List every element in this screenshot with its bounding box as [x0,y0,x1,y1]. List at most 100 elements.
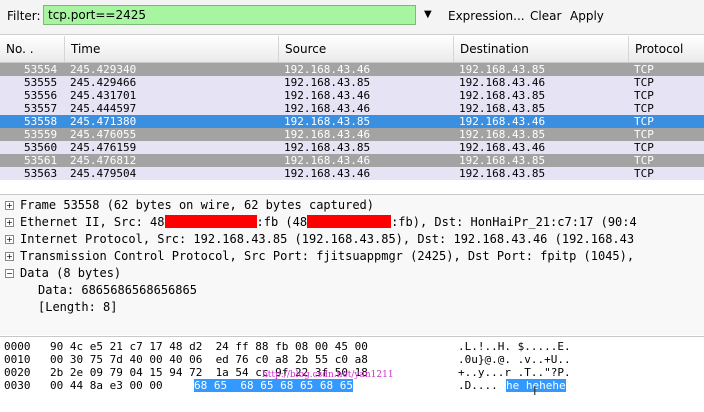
hex-ascii: .L.!..H. $.....E. [458,340,571,353]
collapse-icon[interactable]: − [5,269,14,278]
packet-row[interactable]: 53561 245.476812 192.168.43.46 192.168.43.8… [0,154,704,167]
clear-button[interactable]: Clear [530,9,561,23]
hex-offset: 0030 [4,379,31,392]
packet-cell-src: 192.168.43.85 [284,115,371,128]
packet-details-pane: + Frame 53558 (62 bytes on wire, 62 byte… [0,194,704,335]
packet-row[interactable]: 53556 245.431701 192.168.43.46 192.168.43.8… [0,89,704,102]
tree-frame-label: Frame 53558 (62 bytes on wire, 62 bytes … [20,198,375,212]
filter-input[interactable] [43,5,416,25]
packet-cell-proto: TCP [634,89,654,102]
packet-cell-src: 192.168.43.46 [284,63,371,76]
expand-icon[interactable]: + [5,235,14,244]
redacted-mac [164,215,257,228]
packet-row[interactable]: 53557 245.444597 192.168.43.46 192.168.43.8… [0,102,704,115]
packet-cell-no: 53560 [24,141,58,154]
redacted-mac [307,215,392,228]
apply-button[interactable]: Apply [570,9,604,23]
hex-offset: 0020 [4,366,31,379]
expand-icon[interactable]: + [5,218,14,227]
packet-cell-dst: 192.168.43.85 [459,128,546,141]
packet-cell-src: 192.168.43.46 [284,89,371,102]
column-header-protocol[interactable]: Protocol [629,36,704,62]
tree-ethernet[interactable]: + Ethernet II, Src: 48:fb (48:fb), Dst: … [0,214,704,231]
packet-list-header: No. . Time Source Destination Protocol [0,36,704,63]
packet-cell-src: 192.168.43.46 [284,128,371,141]
hex-ascii: +..y...r .T.."?P. [458,366,571,379]
packet-cell-dst: 192.168.43.46 [459,115,546,128]
tree-data[interactable]: − Data (8 bytes) [0,265,704,282]
packet-cell-dst: 192.168.43.85 [459,102,546,115]
expand-icon[interactable]: + [5,201,14,210]
packet-cell-proto: TCP [634,102,654,115]
packet-cell-dst: 192.168.43.85 [459,154,546,167]
filter-label: Filter: [7,9,41,23]
packet-cell-proto: TCP [634,63,654,76]
hex-bytes-plain: 00 44 8a e3 00 00 [50,379,170,392]
packet-rows: 53554 245.429340 192.168.43.46 192.168.43.8… [0,63,704,180]
packet-cell-dst: 192.168.43.85 [459,63,546,76]
packet-cell-no: 53561 [24,154,58,167]
tree-data-length[interactable]: [Length: 8] [38,299,117,316]
tree-tcp[interactable]: + Transmission Control Protocol, Src Por… [0,248,704,265]
hex-bytes: 90 4c e5 21 c7 17 48 d2 24 ff 88 fb 08 0… [50,340,368,353]
packet-list: No. . Time Source Destination Protocol 5… [0,36,704,192]
packet-row[interactable]: 53558 245.471380 192.168.43.85 192.168.43.4… [0,115,704,128]
hex-bytes: 00 30 75 7d 40 00 40 06 ed 76 c0 a8 2b 5… [50,353,368,366]
packet-cell-no: 53555 [24,76,58,89]
packet-cell-src: 192.168.43.85 [284,76,371,89]
packet-cell-no: 53563 [24,167,58,180]
packet-cell-time: 245.476812 [70,154,137,167]
column-header-no[interactable]: No. . [0,36,65,62]
tree-ip[interactable]: + Internet Protocol, Src: 192.168.43.85 … [0,231,704,248]
column-header-time[interactable]: Time [65,36,279,62]
packet-cell-proto: TCP [634,141,654,154]
packet-cell-src: 192.168.43.46 [284,154,371,167]
expression-button[interactable]: Expression... [448,9,525,23]
packet-cell-dst: 192.168.43.85 [459,89,546,102]
hex-ascii-plain: .D.... [458,379,498,392]
packet-cell-src: 192.168.43.46 [284,102,371,115]
packet-cell-proto: TCP [634,115,654,128]
packet-cell-src: 192.168.43.46 [284,167,371,180]
packet-cell-time: 245.429466 [70,76,137,89]
column-header-destination[interactable]: Destination [454,36,629,62]
text-cursor-icon: I [533,384,537,398]
filter-history-dropdown-icon[interactable]: ▼ [424,9,432,20]
packet-cell-no: 53558 [24,115,58,128]
packet-cell-proto: TCP [634,76,654,89]
expand-icon[interactable]: + [5,252,14,261]
packet-cell-time: 245.444597 [70,102,137,115]
column-header-source[interactable]: Source [279,36,454,62]
packet-cell-no: 53557 [24,102,58,115]
packet-cell-dst: 192.168.43.85 [459,167,546,180]
tree-frame[interactable]: + Frame 53558 (62 bytes on wire, 62 byte… [0,197,704,214]
packet-row[interactable]: 53554 245.429340 192.168.43.46 192.168.43.8… [0,63,704,76]
tree-data-value[interactable]: Data: 6865686568656865 [38,282,197,299]
filter-toolbar: Filter: ▼ Expression... Clear Apply [0,0,704,35]
packet-row[interactable]: 53559 245.476055 192.168.43.46 192.168.43.8… [0,128,704,141]
tree-data-label: Data (8 bytes) [20,266,122,280]
packet-row[interactable]: 53563 245.479504 192.168.43.46 192.168.43.8… [0,167,704,180]
packet-row[interactable]: 53560 245.476159 192.168.43.85 192.168.43.4… [0,141,704,154]
tree-tcp-label: Transmission Control Protocol, Src Port:… [20,249,635,263]
tree-ethernet-label: Ethernet II, Src: 48:fb (48:fb), Dst: Ho… [20,215,637,229]
packet-cell-time: 245.479504 [70,167,137,180]
packet-cell-src: 192.168.43.85 [284,141,371,154]
packet-cell-proto: TCP [634,167,654,180]
hex-ascii: .0u}@.@. .v..+U.. [458,353,571,366]
packet-cell-dst: 192.168.43.46 [459,76,546,89]
packet-cell-dst: 192.168.43.46 [459,141,546,154]
packet-cell-time: 245.431701 [70,89,137,102]
watermark: http://blog.csdn.net/yan1211 [262,370,394,380]
packet-cell-time: 245.429340 [70,63,137,76]
packet-cell-proto: TCP [634,154,654,167]
packet-cell-time: 245.476055 [70,128,137,141]
packet-row[interactable]: 53555 245.429466 192.168.43.85 192.168.43.4… [0,76,704,89]
packet-cell-no: 53559 [24,128,58,141]
packet-cell-time: 245.476159 [70,141,137,154]
packet-cell-no: 53556 [24,89,58,102]
packet-cell-proto: TCP [634,128,654,141]
hex-offset: 0010 [4,353,31,366]
hex-offset: 0000 [4,340,31,353]
hex-bytes-selected[interactable]: 68 65 68 65 68 65 68 65 [194,379,353,392]
